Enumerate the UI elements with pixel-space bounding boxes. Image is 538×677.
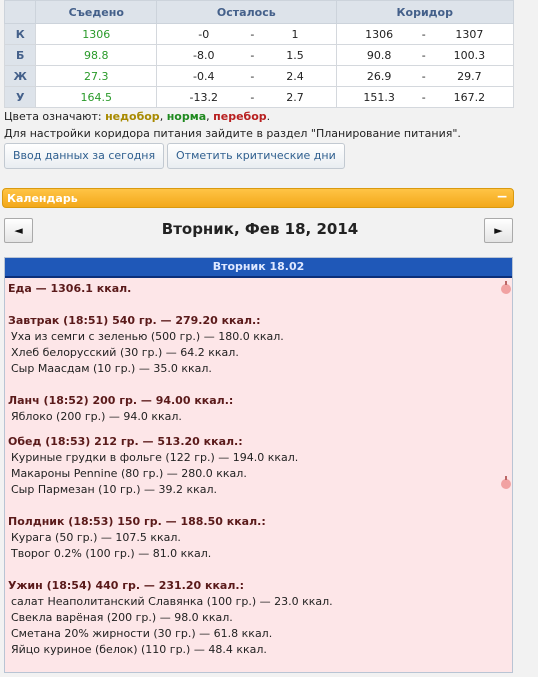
day-entries-panel: Вторник 18.02 Еда — 1306.1 ккал. Завтрак… [4,257,513,673]
corridor-max: 29.7 [425,65,514,87]
corridor-max: 167.2 [425,86,514,108]
meal-item: Куриные грудки в фольге (122 гр.) — 194.… [11,451,299,464]
meal-item: Свекла варёная (200 гр.) — 98.0 ккал. [11,611,233,624]
corridor-min: 90.8 [335,44,422,66]
remaining-min: -8.0 [156,44,251,66]
corridor-settings-hint: Для настройки коридора питания зайдите в… [4,127,461,140]
current-date-title: Вторник, Фев 18, 2014 [161,220,359,238]
corridor-min: 1306 [335,23,422,45]
meal-item: Макароны Pennine (80 гр.) — 280.0 ккал. [11,467,247,480]
food-total: Еда — 1306.1 ккал. [8,282,132,295]
meal-item: салат Неаполитанский Славянка (100 гр.) … [11,595,333,608]
remaining-max: 1.5 [254,44,337,66]
eaten-value: 164.5 [35,86,158,108]
header-remaining: Осталось [156,0,337,24]
remaining-min: -13.2 [156,86,251,108]
summary-row-carbs: У 164.5 -13.2 - 2.7 151.3 - 167.2 [3,86,514,108]
day-header: Вторник 18.02 [5,258,512,278]
meal-supper: Ужин (18:54) 440 гр. — 231.20 ккал.: [8,579,244,592]
meal-item: Курага (50 гр.) — 107.5 ккал. [11,531,181,544]
row-label: К [3,23,37,45]
summary-row-calories: К 1306 -0 - 1 1306 - 1307 [3,23,514,45]
legend-norm: норма [166,110,207,123]
eaten-value: 27.3 [35,65,158,87]
prev-day-button[interactable]: ◄ [4,218,33,243]
prev-arrow-icon: ◄ [14,224,23,237]
meal-item: Яблоко (200 гр.) — 94.0 ккал. [11,410,182,423]
header-eaten: Съедено [35,0,158,24]
meal-item: Яйцо куриное (белок) (110 гр.) — 48.4 кк… [11,643,267,656]
corridor-max: 100.3 [425,44,514,66]
meal-item: Сыр Маасдам (10 гр.) — 35.0 ккал. [11,362,212,375]
legend-prefix: Цвета означают: [4,110,106,123]
legend-under: недобор [105,110,160,123]
legend-sep: , [159,110,167,123]
remaining-min: -0 [156,23,251,45]
nutrition-summary-table: Съедено Осталось Коридор К 1306 -0 - 1 1… [3,0,515,108]
collapse-icon[interactable]: − [496,189,508,205]
eaten-value: 98.8 [35,44,158,66]
legend-over: перебор [213,110,267,123]
meal-breakfast: Завтрак (18:51) 540 гр. — 279.20 ккал.: [8,314,261,327]
meal-snack: Полдник (18:53) 150 гр. — 188.50 ккал.: [8,515,266,528]
legend-end: . [266,110,271,123]
header-corner [3,0,37,24]
meal-item: Уха из семги с зеленью (500 гр.) — 180.0… [11,330,284,343]
meal-dinner: Обед (18:53) 212 гр. — 513.20 ккал.: [8,435,243,448]
summary-row-protein: Б 98.8 -8.0 - 1.5 90.8 - 100.3 [3,44,514,66]
next-day-button[interactable]: ► [484,218,513,243]
eaten-value: 1306 [35,23,158,45]
color-legend: Цвета означают: недобор, норма, перебор. [4,110,270,123]
calendar-panel-header[interactable]: Календарь − [2,188,514,208]
row-label: У [3,86,37,108]
remaining-max: 2.4 [254,65,337,87]
apple-icon [501,281,511,294]
corridor-min: 26.9 [335,65,422,87]
corridor-min: 151.3 [335,86,422,108]
enter-today-button[interactable]: Ввод данных за сегодня [4,143,165,169]
summary-header-row: Съедено Осталось Коридор [3,0,515,24]
remaining-max: 1 [254,23,337,45]
summary-row-fat: Ж 27.3 -0.4 - 2.4 26.9 - 29.7 [3,65,514,87]
corridor-max: 1307 [425,23,514,45]
row-label: Ж [3,65,37,87]
remaining-max: 2.7 [254,86,337,108]
apple-icon [501,476,511,489]
header-corridor: Коридор [335,0,515,24]
mark-critical-days-button[interactable]: Отметить критические дни [167,143,345,169]
meal-lunch: Ланч (18:52) 200 гр. — 94.00 ккал.: [8,394,234,407]
row-label: Б [3,44,37,66]
meal-item: Хлеб белорусский (30 гр.) — 64.2 ккал. [11,346,239,359]
meal-item: Творог 0.2% (100 гр.) — 81.0 ккал. [11,547,212,560]
calendar-title: Календарь [7,192,78,205]
meal-item: Сыр Пармезан (10 гр.) — 39.2 ккал. [11,483,218,496]
meal-item: Сметана 20% жирности (30 гр.) — 61.8 кка… [11,627,273,640]
remaining-min: -0.4 [156,65,251,87]
next-arrow-icon: ► [494,224,503,237]
